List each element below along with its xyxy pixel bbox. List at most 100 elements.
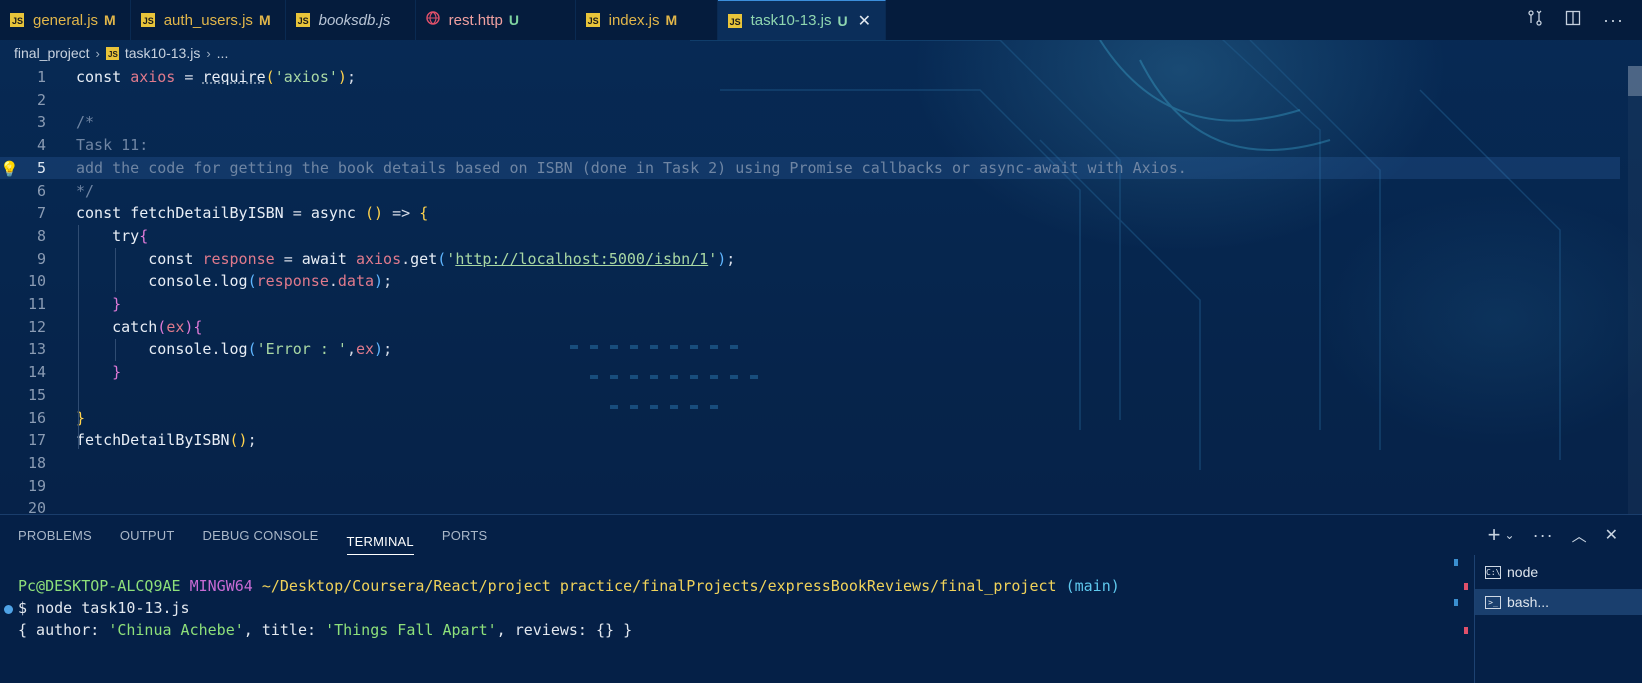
terminal-item-bash[interactable]: >_ bash...	[1475, 589, 1642, 615]
breadcrumb: final_project › JS task10-13.js › ...	[14, 40, 228, 66]
new-terminal-icon[interactable]: +	[1488, 522, 1501, 548]
code-line-current: 💡 5 add the code for getting the book de…	[0, 156, 1620, 180]
tab-label: rest.http	[448, 11, 503, 29]
close-icon[interactable]: ✕	[858, 11, 871, 31]
js-file-icon: JS	[10, 13, 24, 27]
indent-guide	[78, 225, 79, 449]
code-line: 15	[0, 384, 1620, 407]
line-number: 10	[27, 272, 46, 291]
tab-label: index.js	[608, 11, 660, 29]
js-file-icon: JS	[585, 13, 600, 27]
editor-scrollbar[interactable]	[1628, 66, 1642, 514]
tab-rest-http[interactable]: rest.http U	[416, 0, 576, 40]
terminal-result-line: { author: 'Chinua Achebe', title: 'Thing…	[18, 621, 633, 639]
js-file-icon: JS	[140, 13, 155, 27]
line-number: 19	[27, 476, 46, 495]
tab-booksdb-js[interactable]: JS booksdb.js	[286, 0, 416, 40]
code-line: 18	[0, 452, 1620, 475]
terminal-marker	[1464, 583, 1468, 590]
scrollbar-thumb[interactable]	[1628, 66, 1642, 96]
maximize-panel-icon[interactable]: ︿	[1572, 525, 1587, 546]
code-line: 9 const response = await axios.get('http…	[0, 248, 1620, 271]
code-line: 19	[0, 475, 1620, 498]
line-number: 8	[36, 226, 46, 245]
line-number: 17	[27, 431, 46, 450]
tab-label: booksdb.js	[318, 11, 391, 29]
terminal-command-line: $ node task10-13.js	[18, 599, 190, 617]
indent-guide	[115, 248, 116, 292]
modified-badge: M	[104, 12, 116, 28]
code-line: 10 console.log(response.data);	[0, 270, 1620, 293]
code-line: 17 fetchDetailByISBN();	[0, 429, 1620, 452]
tab-debug-console[interactable]: DEBUG CONSOLE	[203, 515, 319, 555]
code-line: 3 /*	[0, 111, 1620, 134]
terminal-marker	[1454, 559, 1458, 566]
code-line: 16 }	[0, 407, 1620, 430]
code-line: 14 }	[0, 361, 1620, 384]
code-line: 7 const fetchDetailByISBN = async () => …	[0, 202, 1620, 225]
tab-terminal[interactable]: TERMINAL	[346, 529, 414, 555]
breadcrumb-more[interactable]: ...	[217, 45, 229, 61]
js-file-icon: JS	[295, 13, 310, 27]
terminal-icon: >_	[1485, 595, 1501, 609]
chevron-down-icon[interactable]: ⌄	[1505, 528, 1515, 542]
line-number: 2	[36, 90, 46, 109]
terminal-marker	[1464, 627, 1468, 634]
line-number: 4	[36, 136, 46, 155]
terminal-item-node[interactable]: C:\ node	[1475, 559, 1642, 585]
terminal-icon: C:\	[1485, 565, 1501, 579]
bottom-panel: PROBLEMS OUTPUT DEBUG CONSOLE TERMINAL P…	[0, 514, 1642, 683]
split-editor-icon[interactable]	[1565, 10, 1581, 31]
code-line: 11 }	[0, 293, 1620, 316]
line-number: 6	[36, 181, 46, 200]
terminal-prompt-line: Pc@DESKTOP-ALCQ9AE MINGW64 ~/Desktop/Cou…	[18, 577, 1120, 595]
code-editor[interactable]: 1 const axios = require('axios'); 2 3 /*…	[0, 66, 1642, 517]
tab-index-js[interactable]: JS index.js M	[576, 0, 718, 40]
terminal-list: C:\ node >_ bash...	[1474, 555, 1642, 683]
indent-guide	[115, 339, 116, 361]
code-line: 13 console.log('Error : ',ex);	[0, 338, 1620, 361]
code-line: 12 catch(ex){	[0, 316, 1620, 339]
tab-general-js[interactable]: JS general.js M	[0, 0, 131, 40]
breadcrumb-folder[interactable]: final_project	[14, 45, 90, 61]
line-number: 15	[27, 385, 46, 404]
untracked-badge: U	[508, 12, 519, 28]
tab-problems[interactable]: PROBLEMS	[18, 515, 92, 555]
code-line: 1 const axios = require('axios');	[0, 66, 1620, 89]
editor-tab-bar: JS general.js M JS auth_users.js M JS bo…	[0, 0, 1642, 40]
line-number: 1	[36, 68, 46, 86]
tab-label: task10-13.js	[750, 12, 832, 29]
modified-badge: M	[665, 12, 678, 28]
line-number: 16	[27, 408, 46, 427]
tab-auth-users-js[interactable]: JS auth_users.js M	[131, 0, 286, 40]
tab-label: auth_users.js	[163, 11, 253, 29]
terminal-output[interactable]: Pc@DESKTOP-ALCQ9AE MINGW64 ~/Desktop/Cou…	[18, 575, 1120, 641]
chevron-right-icon: ›	[206, 45, 211, 61]
terminal-item-label: node	[1507, 564, 1539, 580]
tab-label: general.js	[33, 11, 99, 29]
panel-tabs: PROBLEMS OUTPUT DEBUG CONSOLE TERMINAL P…	[18, 515, 487, 555]
breadcrumb-file[interactable]: task10-13.js	[125, 45, 200, 61]
line-number: 7	[36, 204, 46, 223]
command-status-dot	[4, 605, 13, 614]
line-number: 18	[27, 453, 46, 472]
tab-task10-13-js[interactable]: JS task10-13.js U ✕	[717, 0, 887, 40]
untracked-badge: U	[837, 12, 848, 29]
line-number: 5	[36, 158, 46, 177]
close-panel-icon[interactable]: ✕	[1605, 525, 1618, 545]
code-line: 6 */	[0, 180, 1620, 203]
line-number: 11	[27, 295, 46, 313]
line-number: 13	[27, 340, 46, 359]
terminal-item-label: bash...	[1507, 594, 1550, 610]
more-actions-icon[interactable]: ···	[1533, 525, 1554, 546]
line-number: 3	[36, 113, 46, 132]
js-file-icon: JS	[105, 46, 119, 60]
code-line: 8 try{	[0, 225, 1620, 248]
globe-icon	[425, 11, 440, 29]
tab-output[interactable]: OUTPUT	[120, 515, 175, 555]
more-actions-icon[interactable]: ···	[1603, 10, 1624, 31]
tab-ports[interactable]: PORTS	[442, 515, 488, 555]
panel-actions: + ⌄ ··· ︿ ✕	[1488, 515, 1618, 555]
compare-changes-icon[interactable]	[1527, 9, 1543, 31]
line-number: 14	[27, 363, 46, 382]
